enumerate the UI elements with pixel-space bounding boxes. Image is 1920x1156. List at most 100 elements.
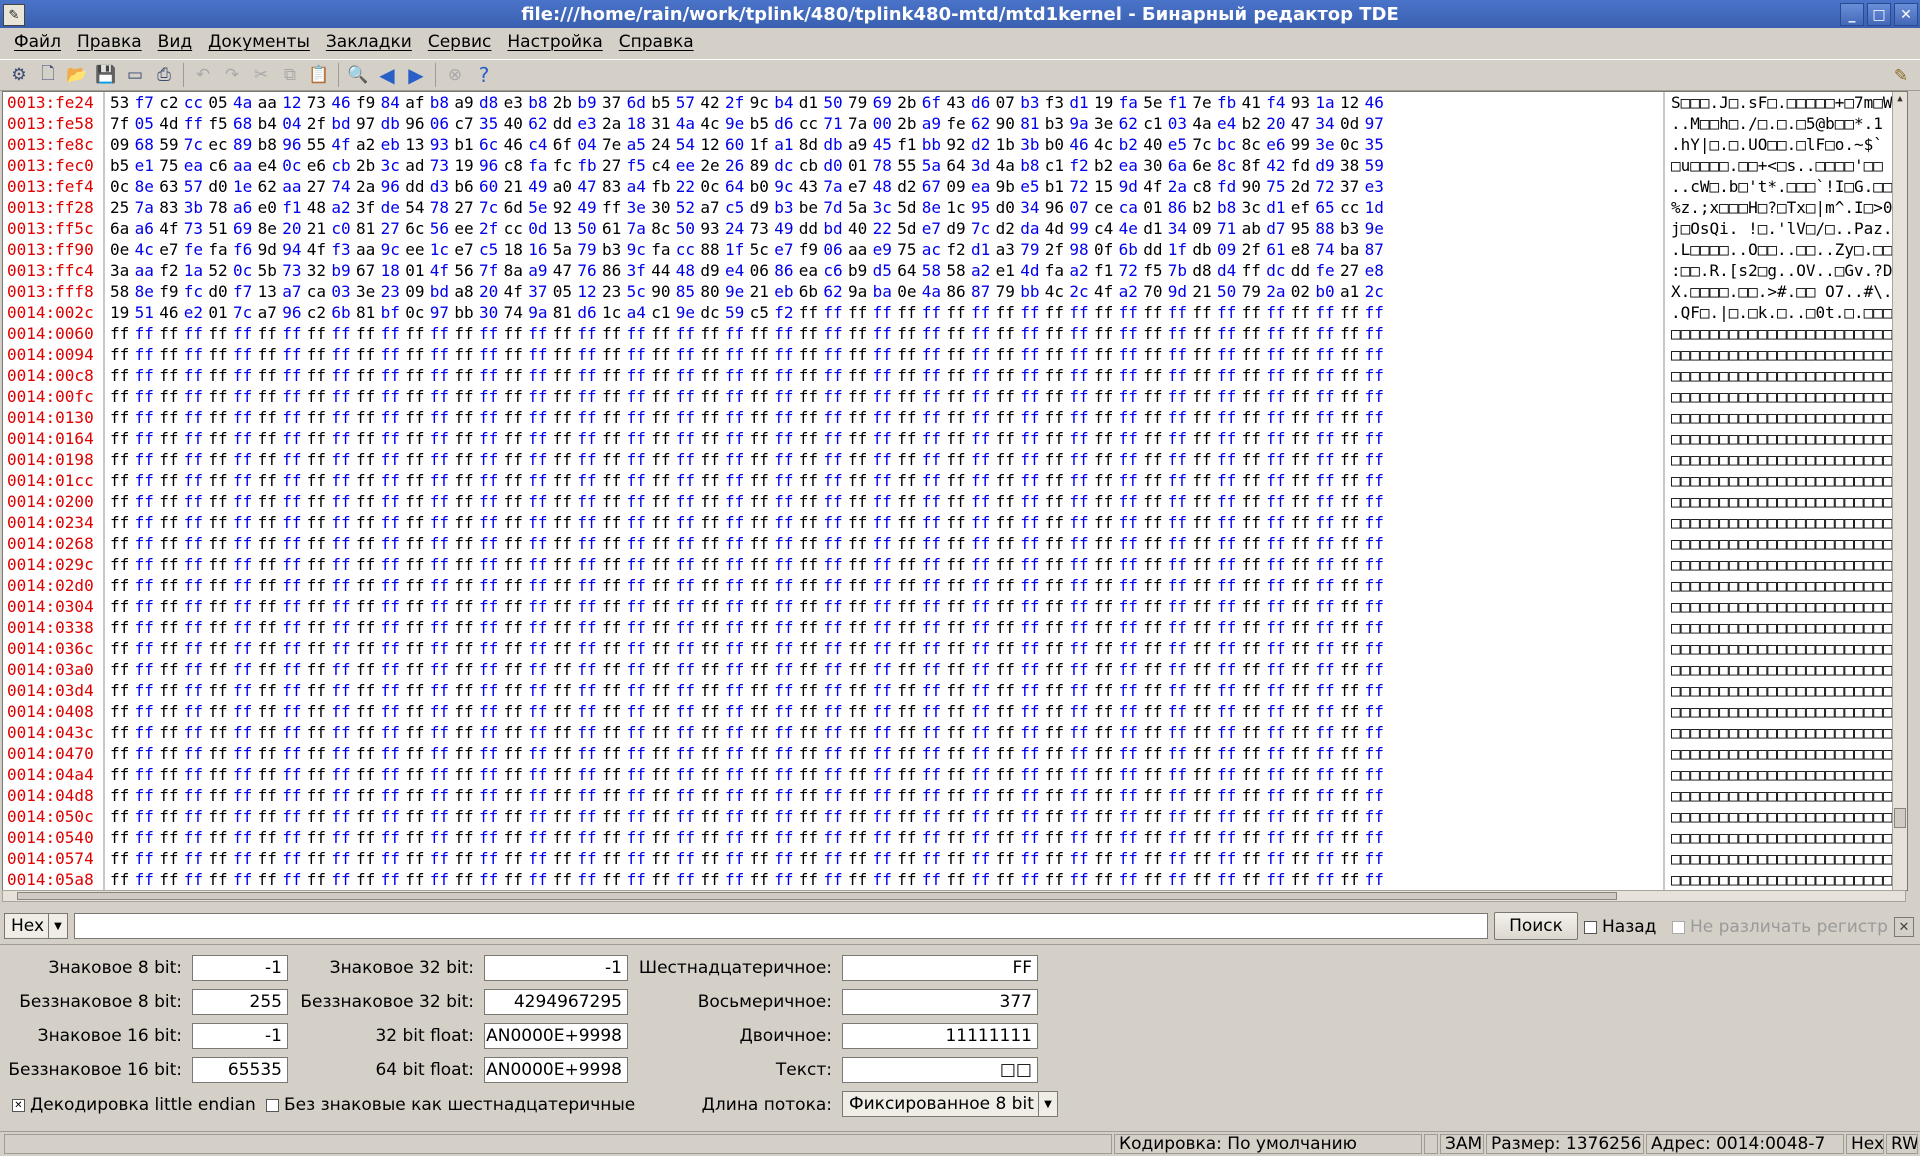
hex-byte[interactable]: ff	[184, 638, 206, 659]
hex-byte[interactable]: 8e	[258, 218, 280, 239]
hex-byte[interactable]: ff	[528, 743, 550, 764]
hex-byte[interactable]: ff	[1340, 638, 1362, 659]
hex-byte[interactable]: ff	[1266, 428, 1288, 449]
hex-byte[interactable]: 51	[208, 218, 230, 239]
hex-byte[interactable]: ff	[282, 827, 304, 848]
hex-byte[interactable]: ff	[946, 491, 968, 512]
hex-byte[interactable]: 07	[1069, 197, 1091, 218]
hex-byte[interactable]: ff	[1242, 596, 1264, 617]
hex-byte[interactable]: ff	[1045, 491, 1067, 512]
hex-byte[interactable]: ff	[946, 533, 968, 554]
hex-byte[interactable]: a3	[996, 239, 1018, 260]
hex-byte[interactable]: ff	[1094, 722, 1116, 743]
hex-byte[interactable]: d6	[774, 113, 796, 134]
hex-byte[interactable]: ff	[774, 764, 796, 785]
hex-byte[interactable]: fd	[1291, 155, 1313, 176]
hex-byte[interactable]: cc	[184, 92, 206, 113]
hex-byte[interactable]: ff	[258, 722, 280, 743]
hex-byte[interactable]: ff	[381, 701, 403, 722]
hex-byte[interactable]: 96	[381, 176, 403, 197]
hex-byte[interactable]: 5a	[922, 155, 944, 176]
hex-byte[interactable]: ff	[135, 470, 157, 491]
hex-byte[interactable]: ff	[1242, 806, 1264, 827]
hex-byte[interactable]: ff	[1192, 449, 1214, 470]
hex-byte[interactable]: ff	[1069, 365, 1091, 386]
hex-byte[interactable]: ff	[479, 659, 501, 680]
hex-byte[interactable]: ff	[823, 302, 845, 323]
hex-byte[interactable]: ff	[184, 113, 206, 134]
hex-byte[interactable]: 22	[676, 176, 698, 197]
hex-byte[interactable]: 5a	[553, 239, 575, 260]
hex-byte[interactable]: ff	[1242, 554, 1264, 575]
hex-byte[interactable]: ff	[971, 785, 993, 806]
hex-byte[interactable]: ff	[159, 596, 181, 617]
hex-byte[interactable]: 2a	[602, 113, 624, 134]
hex-byte[interactable]: ff	[1217, 386, 1239, 407]
hex-byte[interactable]: 43	[946, 92, 968, 113]
hex-byte[interactable]: ff	[1365, 407, 1387, 428]
hex-byte[interactable]: ff	[1315, 365, 1337, 386]
hex-byte[interactable]: 4a	[233, 92, 255, 113]
hex-byte[interactable]: a5	[627, 134, 649, 155]
hex-byte[interactable]: d2	[996, 218, 1018, 239]
hex-byte[interactable]: a8	[454, 281, 476, 302]
hex-byte[interactable]: 4c	[1094, 134, 1116, 155]
hex-byte[interactable]: ff	[356, 470, 378, 491]
hex-byte[interactable]: ff	[676, 449, 698, 470]
print-icon[interactable]: ⎙	[151, 62, 177, 88]
hex-byte[interactable]: ff	[1291, 575, 1313, 596]
hex-byte[interactable]: ff	[307, 344, 329, 365]
hex-byte[interactable]: ff	[1365, 743, 1387, 764]
hex-byte[interactable]: ff	[504, 869, 526, 890]
hex-byte[interactable]: ff	[774, 449, 796, 470]
backwards-checkbox[interactable]: Назад	[1584, 917, 1656, 937]
hex-byte[interactable]: ff	[848, 680, 870, 701]
hex-byte[interactable]: ff	[405, 722, 427, 743]
hex-byte[interactable]: ff	[627, 470, 649, 491]
hex-byte[interactable]: ff	[922, 386, 944, 407]
hex-byte[interactable]: ff	[848, 302, 870, 323]
hex-byte[interactable]: ff	[1242, 365, 1264, 386]
hex-byte[interactable]: ff	[823, 407, 845, 428]
hex-byte[interactable]: ff	[1365, 470, 1387, 491]
hex-byte[interactable]: 93	[700, 218, 722, 239]
hex-byte[interactable]: ff	[282, 596, 304, 617]
hex-byte[interactable]: ff	[208, 407, 230, 428]
hex-byte[interactable]: 65	[1315, 197, 1337, 218]
hex-byte[interactable]: ff	[184, 827, 206, 848]
hex-byte[interactable]: 5b	[258, 260, 280, 281]
row-chars[interactable]: :□□.R.[s2□g..OV..□Gv.?DH	[1671, 260, 1902, 281]
hex-byte[interactable]: ff	[946, 323, 968, 344]
hex-byte[interactable]: e3	[1365, 176, 1387, 197]
hex-byte[interactable]: ff	[528, 806, 550, 827]
unsigned32-field[interactable]: 4294967295	[484, 989, 628, 1015]
hex-byte[interactable]: ff	[577, 869, 599, 890]
hex-byte[interactable]: ff	[996, 848, 1018, 869]
hex-byte[interactable]: 37	[528, 281, 550, 302]
hex-byte[interactable]: ff	[1143, 344, 1165, 365]
hex-byte[interactable]: ff	[1143, 575, 1165, 596]
hex-byte[interactable]: ff	[700, 869, 722, 890]
hex-byte[interactable]: ff	[799, 386, 821, 407]
hex-byte[interactable]: 19	[1094, 92, 1116, 113]
hex-byte[interactable]: 79	[848, 92, 870, 113]
hex-byte[interactable]: c2	[159, 92, 181, 113]
hex-byte[interactable]: ef	[1291, 197, 1313, 218]
vertical-scrollbar[interactable]: ▲	[1892, 92, 1907, 890]
hex-byte[interactable]: ff	[405, 323, 427, 344]
hex-byte[interactable]: 20	[282, 218, 304, 239]
hex-byte[interactable]: ff	[135, 827, 157, 848]
hex-byte[interactable]: ff	[1168, 869, 1190, 890]
hex-byte[interactable]: ff	[430, 680, 452, 701]
hex-byte[interactable]: ff	[996, 533, 1018, 554]
hex-byte[interactable]: ff	[627, 365, 649, 386]
hex-byte[interactable]: 0c	[233, 260, 255, 281]
hex-byte[interactable]: 52	[676, 197, 698, 218]
hex-byte[interactable]: 8c	[651, 218, 673, 239]
hex-byte[interactable]: ff	[1217, 470, 1239, 491]
hex-byte[interactable]: ff	[848, 533, 870, 554]
hex-byte[interactable]: ff	[1045, 827, 1067, 848]
hex-byte[interactable]: ff	[282, 533, 304, 554]
hex-byte[interactable]: 86	[946, 281, 968, 302]
hex-byte[interactable]: ff	[1266, 743, 1288, 764]
